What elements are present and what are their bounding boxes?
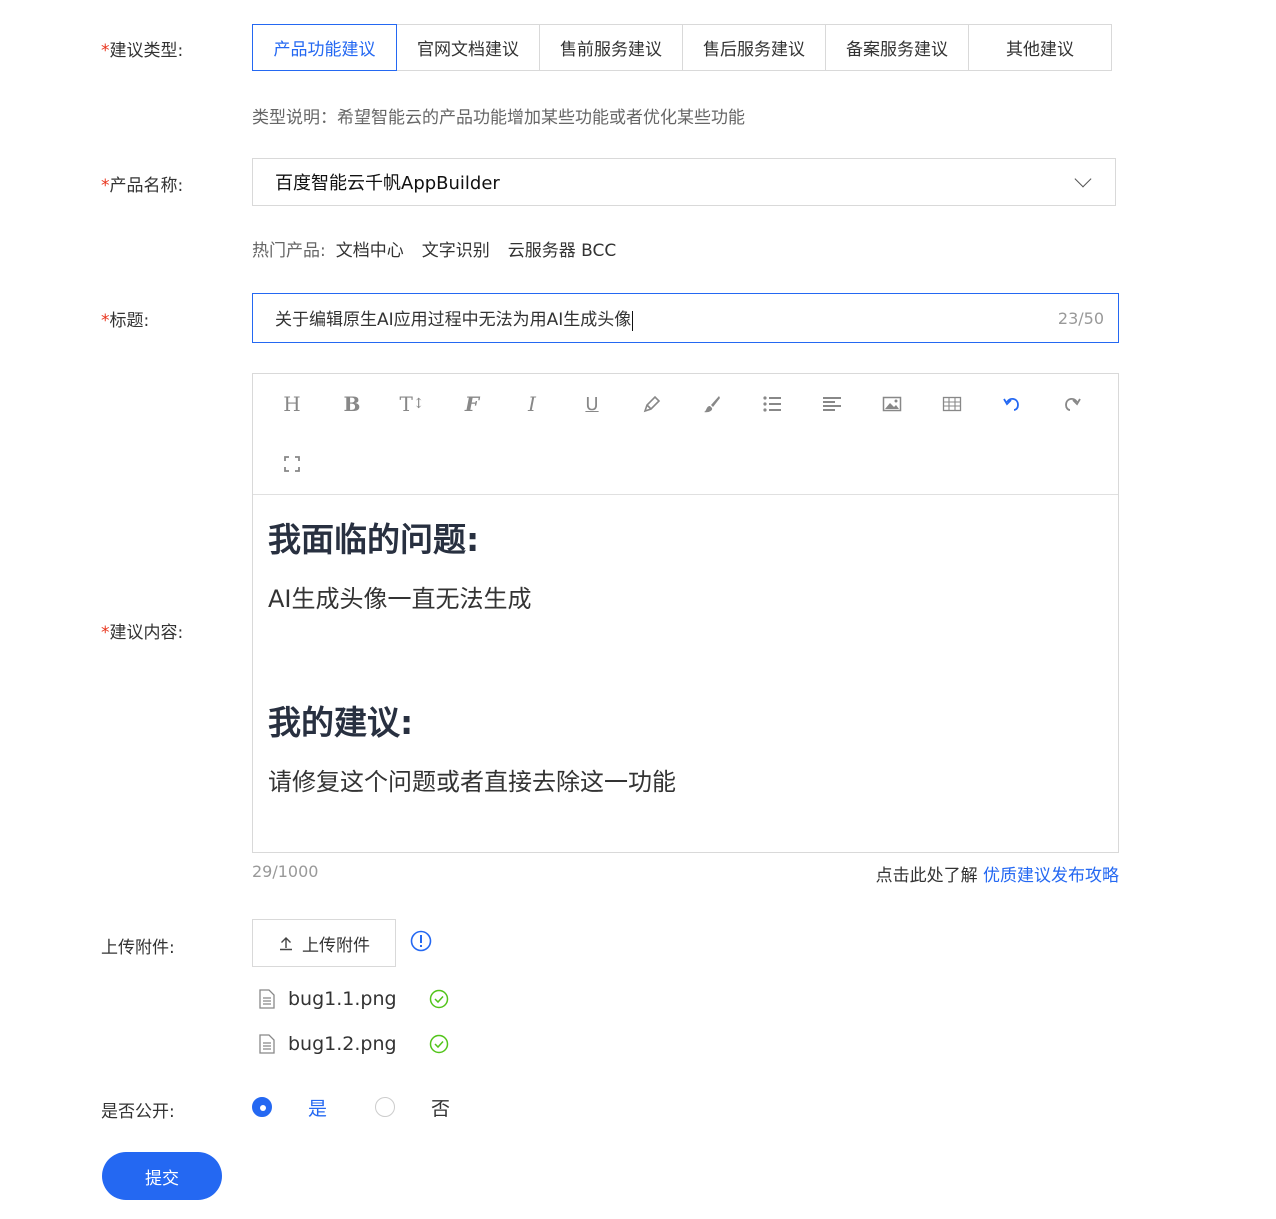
image-icon[interactable]: [877, 389, 907, 419]
product-label: *产品名称:: [101, 176, 184, 196]
heading-icon[interactable]: H: [277, 389, 307, 419]
tab-website-docs[interactable]: 官网文档建议: [396, 25, 539, 70]
submit-button[interactable]: 提交: [102, 1152, 222, 1200]
tab-aftersales[interactable]: 售后服务建议: [682, 25, 825, 70]
type-description: 类型说明：希望智能云的产品功能增加某些功能或者优化某些功能: [252, 108, 745, 128]
rich-text-editor: H B T ↕ F I U 我面临的问题: AI生成头像一直无法生成 我的建议:…: [252, 373, 1119, 853]
title-input[interactable]: 关于编辑原生AI应用过程中无法为用AI生成头像 23/50: [252, 293, 1119, 343]
tab-filing[interactable]: 备案服务建议: [825, 25, 968, 70]
file-item[interactable]: bug1.2.png: [258, 1033, 449, 1055]
list-icon[interactable]: [757, 389, 787, 419]
text-caret: [632, 310, 634, 331]
public-label: 是否公开:: [101, 1102, 175, 1122]
product-select[interactable]: 百度智能云千帆AppBuilder: [252, 158, 1116, 206]
tab-product-feature[interactable]: 产品功能建议: [252, 24, 397, 71]
success-check-icon: [429, 989, 448, 1009]
upload-button-label: 上传附件: [302, 935, 370, 956]
public-no-label[interactable]: 否: [431, 1094, 450, 1121]
tab-other[interactable]: 其他建议: [968, 25, 1111, 70]
public-yes-label[interactable]: 是: [308, 1094, 327, 1121]
editor-content[interactable]: 我面临的问题: AI生成头像一直无法生成 我的建议: 请修复这个问题或者直接去除…: [253, 495, 1118, 815]
title-label: *标题:: [101, 311, 150, 331]
tab-presales[interactable]: 售前服务建议: [539, 25, 682, 70]
content-text-problem: AI生成头像一直无法生成: [268, 585, 532, 613]
italic-icon[interactable]: I: [517, 389, 547, 419]
product-select-value: 百度智能云千帆AppBuilder: [275, 173, 500, 194]
file-icon: [259, 989, 275, 1009]
table-icon[interactable]: [937, 389, 967, 419]
upload-icon: [280, 937, 292, 951]
hot-products-label: 热门产品:: [252, 241, 326, 261]
align-icon[interactable]: [817, 389, 847, 419]
file-name: bug1.1.png: [288, 988, 397, 1010]
hot-product-docs[interactable]: 文档中心: [336, 236, 404, 261]
success-check-icon: [429, 1034, 448, 1054]
content-text-suggestion: 请修复这个问题或者直接去除这一功能: [268, 768, 676, 796]
file-icon: [259, 1034, 275, 1054]
info-icon[interactable]: [410, 930, 432, 952]
chevron-down-icon: [1074, 170, 1092, 188]
title-input-value: 关于编辑原生AI应用过程中无法为用AI生成头像: [275, 310, 632, 331]
font-size-icon[interactable]: T ↕: [397, 389, 427, 419]
content-heading-problem: 我面临的问题:: [268, 520, 480, 559]
guide-link[interactable]: 优质建议发布攻略: [983, 866, 1119, 886]
bold-icon[interactable]: B: [337, 389, 367, 419]
hot-products: 热门产品: 文档中心 文字识别 云服务器 BCC: [252, 236, 616, 261]
public-no-radio[interactable]: [375, 1097, 395, 1117]
attach-label: 上传附件:: [101, 938, 175, 958]
highlight-icon[interactable]: [637, 389, 667, 419]
fullscreen-icon[interactable]: [277, 449, 307, 479]
public-yes-radio[interactable]: [252, 1097, 272, 1117]
content-char-count: 29/1000: [252, 862, 319, 881]
title-char-count: 23/50: [1057, 308, 1104, 328]
color-brush-icon[interactable]: [697, 389, 727, 419]
upload-button[interactable]: 上传附件: [252, 919, 396, 967]
redo-icon[interactable]: [1057, 389, 1087, 419]
hot-product-ocr[interactable]: 文字识别: [422, 236, 490, 261]
file-item[interactable]: bug1.1.png: [258, 988, 449, 1010]
type-tabs: 产品功能建议 官网文档建议 售前服务建议 售后服务建议 备案服务建议 其他建议: [252, 24, 1112, 71]
content-label: *建议内容:: [101, 623, 184, 643]
guide-prefix: 点击此处了解: [875, 866, 978, 886]
editor-toolbar: H B T ↕ F I U: [253, 374, 1118, 495]
content-heading-suggestion: 我的建议:: [268, 703, 414, 742]
guide-text: 点击此处了解 优质建议发布攻略: [876, 861, 1119, 886]
hot-product-bcc[interactable]: 云服务器 BCC: [508, 236, 617, 261]
undo-icon[interactable]: [997, 389, 1027, 419]
type-label: *建议类型:: [101, 41, 184, 61]
font-family-icon[interactable]: F: [457, 389, 487, 419]
underline-icon[interactable]: U: [577, 389, 607, 419]
file-name: bug1.2.png: [288, 1033, 397, 1055]
